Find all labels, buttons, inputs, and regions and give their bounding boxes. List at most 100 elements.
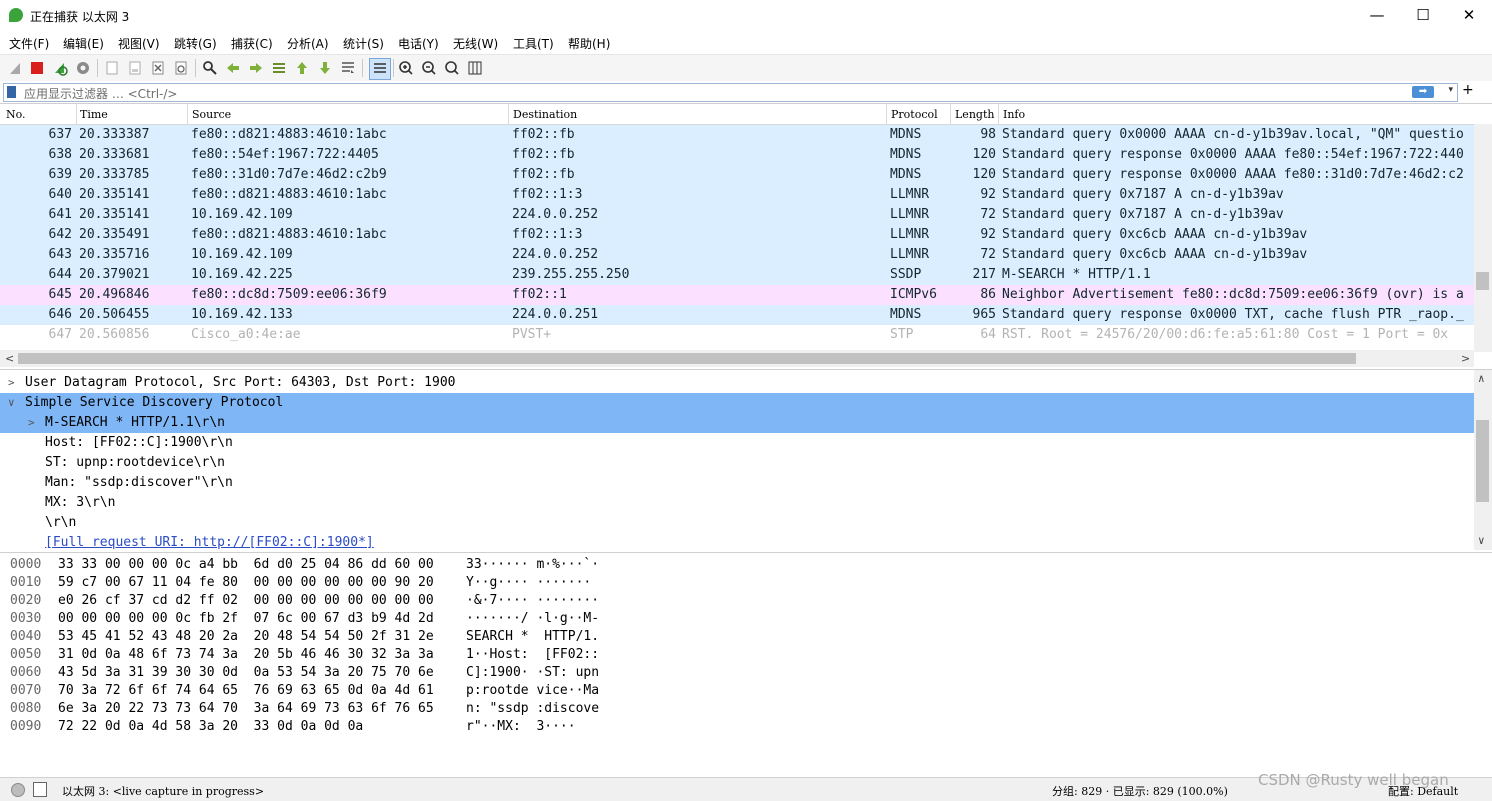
packet-row[interactable]: 638 20.333681 fe80::54ef:1967:722:4405 ff02…: [0, 145, 1474, 165]
detail-row[interactable]: \r\n: [0, 513, 1474, 533]
scroll-down-icon[interactable]: ∨: [1478, 534, 1485, 547]
menu-wireless[interactable]: 无线(W): [453, 35, 498, 52]
goto-packet-icon[interactable]: [271, 60, 287, 76]
scroll-right-icon[interactable]: >: [1461, 352, 1470, 365]
scrollbar-thumb[interactable]: [18, 353, 1356, 364]
byte-offset: 0030: [10, 611, 42, 626]
packet-row[interactable]: 642 20.335491 fe80::d821:4883:4610:1abc ff0…: [0, 225, 1474, 245]
column-separator[interactable]: [998, 104, 999, 124]
hex-row[interactable]: 0090 72 22 0d 0a 4d 58 3a 20 33 0d 0a 0d …: [0, 718, 1480, 736]
add-filter-button[interactable]: +: [1462, 82, 1474, 98]
hex-row[interactable]: 0060 43 5d 3a 31 39 30 30 0d 0a 53 54 3a …: [0, 664, 1480, 682]
packet-list-horizontal-scrollbar[interactable]: < >: [0, 350, 1474, 367]
detail-row[interactable]: Man: "ssdp:discover"\r\n: [0, 473, 1474, 493]
save-file-icon[interactable]: [127, 60, 143, 76]
column-header-destination[interactable]: Destination: [513, 108, 577, 124]
packet-row[interactable]: 644 20.379021 10.169.42.225 239.255.255.250…: [0, 265, 1474, 285]
hex-row[interactable]: 0000 33 33 00 00 00 0c a4 bb 6d d0 25 04 …: [0, 556, 1480, 574]
menu-telephony[interactable]: 电话(Y): [398, 35, 439, 52]
packet-list-vertical-scrollbar[interactable]: [1474, 124, 1492, 352]
expander-chevron-icon[interactable]: >: [8, 373, 15, 393]
detail-row[interactable]: MX: 3\r\n: [0, 493, 1474, 513]
packet-row[interactable]: 640 20.335141 fe80::d821:4883:4610:1abc ff0…: [0, 185, 1474, 205]
zoom-out-icon[interactable]: [421, 60, 437, 76]
zoom-in-icon[interactable]: [398, 60, 414, 76]
back-arrow-icon[interactable]: [225, 60, 241, 76]
menu-go[interactable]: 跳转(G): [174, 35, 217, 52]
bookmark-icon[interactable]: [7, 86, 16, 98]
expander-chevron-icon[interactable]: >: [28, 413, 35, 433]
maximize-button[interactable]: ☐: [1400, 4, 1446, 26]
scroll-left-icon[interactable]: <: [5, 352, 14, 365]
menu-help[interactable]: 帮助(H): [568, 35, 610, 52]
expert-info-led-icon[interactable]: [11, 783, 25, 797]
column-header-time[interactable]: Time: [80, 108, 108, 124]
hex-row[interactable]: 0020 e0 26 cf 37 cd d2 ff 02 00 00 00 00 …: [0, 592, 1480, 610]
open-file-icon[interactable]: [104, 60, 120, 76]
scrollbar-thumb[interactable]: [1476, 272, 1489, 290]
detail-row[interactable]: ST: upnp:rootdevice\r\n: [0, 453, 1474, 473]
hex-row[interactable]: 0010 59 c7 00 67 11 04 fe 80 00 00 00 00 …: [0, 574, 1480, 592]
forward-arrow-icon[interactable]: [248, 60, 264, 76]
column-header-length[interactable]: Length: [955, 108, 994, 124]
details-vertical-scrollbar[interactable]: ∧ ∨: [1474, 370, 1492, 550]
restart-icon[interactable]: [52, 60, 68, 76]
options-gear-icon[interactable]: [75, 60, 91, 76]
menu-edit[interactable]: 编辑(E): [63, 35, 104, 52]
resize-columns-icon[interactable]: [467, 60, 483, 76]
column-separator[interactable]: [187, 104, 188, 124]
capture-comment-icon[interactable]: [33, 782, 47, 797]
packet-row[interactable]: 647 20.560856 Cisco_a0:4e:ae PVST+ STP 64 RST.…: [0, 325, 1474, 345]
reload-icon[interactable]: [173, 60, 189, 76]
scroll-up-icon[interactable]: ∧: [1478, 372, 1485, 385]
minimize-button[interactable]: —: [1354, 4, 1400, 26]
detail-row[interactable]: > User Datagram Protocol, Src Port: 64303…: [0, 373, 1474, 393]
shark-fin-icon[interactable]: [8, 60, 24, 76]
detail-link[interactable]: [Full request URI: http://[FF02::C]:1900…: [45, 533, 374, 550]
zoom-normal-icon[interactable]: [444, 60, 460, 76]
packet-row[interactable]: 645 20.496846 fe80::dc8d:7509:ee06:36f9 ff0…: [0, 285, 1474, 305]
hex-row[interactable]: 0040 53 45 41 52 43 48 20 2a 20 48 54 54 …: [0, 628, 1480, 646]
menu-file[interactable]: 文件(F): [9, 35, 49, 52]
column-separator[interactable]: [76, 104, 77, 124]
packet-row[interactable]: 646 20.506455 10.169.42.133 224.0.0.251 MDNS…: [0, 305, 1474, 325]
hex-row[interactable]: 0030 00 00 00 00 00 0c fb 2f 07 6c 00 67 …: [0, 610, 1480, 628]
column-header-source[interactable]: Source: [192, 108, 231, 124]
hex-row[interactable]: 0080 6e 3a 20 22 73 73 64 70 3a 64 69 73 …: [0, 700, 1480, 718]
detail-row[interactable]: > M-SEARCH * HTTP/1.1\r\n: [0, 413, 1474, 433]
close-button[interactable]: ✕: [1446, 4, 1492, 26]
menu-statistics[interactable]: 统计(S): [343, 35, 384, 52]
cell-source: fe80::d821:4883:4610:1abc: [191, 127, 387, 142]
hex-row[interactable]: 0070 70 3a 72 6f 6f 74 64 65 76 69 63 65 …: [0, 682, 1480, 700]
find-icon[interactable]: [202, 60, 218, 76]
packet-row[interactable]: 639 20.333785 fe80::31d0:7d7e:46d2:c2b9 ff0…: [0, 165, 1474, 185]
last-packet-icon[interactable]: [317, 60, 333, 76]
menu-view[interactable]: 视图(V): [118, 35, 160, 52]
scrollbar-thumb[interactable]: [1476, 420, 1489, 502]
packet-row[interactable]: 637 20.333387 fe80::d821:4883:4610:1abc ff0…: [0, 125, 1474, 145]
packet-row[interactable]: 643 20.335716 10.169.42.109 224.0.0.252 LLMN…: [0, 245, 1474, 265]
column-separator[interactable]: [950, 104, 951, 124]
menu-tools[interactable]: 工具(T): [513, 35, 554, 52]
apply-filter-arrow-icon[interactable]: ➡: [1412, 86, 1434, 98]
detail-row[interactable]: Host: [FF02::C]:1900\r\n: [0, 433, 1474, 453]
column-separator[interactable]: [886, 104, 887, 124]
column-header-no[interactable]: No.: [6, 108, 26, 124]
detail-row[interactable]: ∨ Simple Service Discovery Protocol: [0, 393, 1474, 413]
hex-row[interactable]: 0050 31 0d 0a 48 6f 73 74 3a 20 5b 46 46 …: [0, 646, 1480, 664]
colorize-icon[interactable]: [369, 58, 391, 80]
column-header-info[interactable]: Info: [1003, 108, 1025, 124]
first-packet-icon[interactable]: [294, 60, 310, 76]
autoscroll-icon[interactable]: [340, 60, 356, 76]
packet-row[interactable]: 641 20.335141 10.169.42.109 224.0.0.252 LLMN…: [0, 205, 1474, 225]
column-separator[interactable]: [508, 104, 509, 124]
menu-capture[interactable]: 捕获(C): [231, 35, 273, 52]
expander-chevron-icon[interactable]: ∨: [8, 393, 15, 413]
column-header-protocol[interactable]: Protocol: [891, 108, 938, 124]
menu-analyze[interactable]: 分析(A): [287, 35, 329, 52]
filter-dropdown-icon[interactable]: ▾: [1448, 85, 1453, 95]
detail-row[interactable]: [Full request URI: http://[FF02::C]:1900…: [0, 533, 1474, 550]
display-filter-input[interactable]: 应用显示过滤器 … <Ctrl-/> ➡ ▾: [3, 83, 1458, 102]
stop-icon[interactable]: [29, 60, 45, 76]
close-file-icon[interactable]: [150, 60, 166, 76]
